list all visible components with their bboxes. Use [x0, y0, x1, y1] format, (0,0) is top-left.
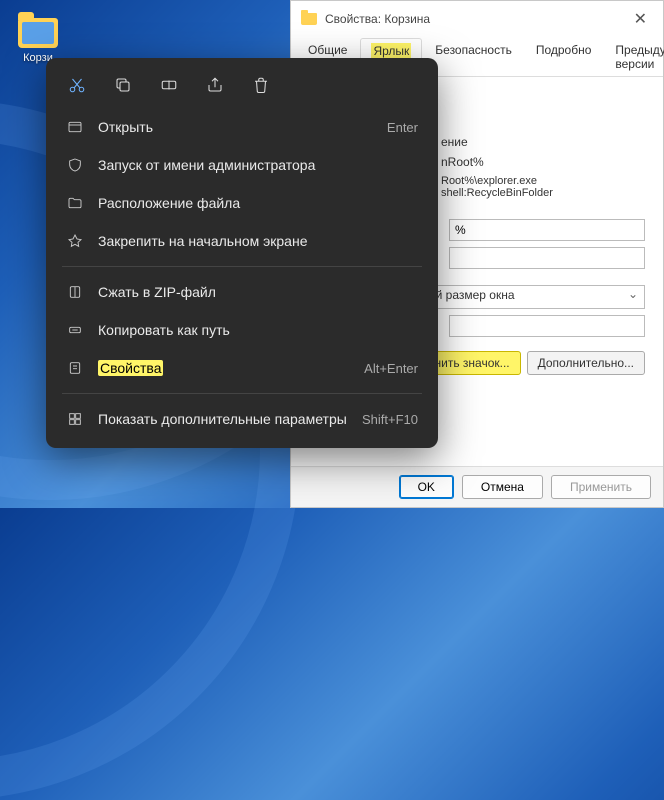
context-icon-bar — [52, 68, 432, 108]
cancel-button[interactable]: Отмена — [462, 475, 543, 499]
zip-icon — [66, 283, 84, 301]
menu-copy-path[interactable]: Копировать как путь — [52, 311, 432, 349]
open-icon — [66, 118, 84, 136]
close-icon[interactable]: ✕ — [628, 9, 653, 29]
type-value: ение — [441, 135, 468, 149]
menu-run-as-admin-label: Запуск от имени администратора — [98, 157, 418, 173]
menu-more-shortcut: Shift+F10 — [362, 412, 418, 427]
delete-icon[interactable] — [250, 74, 272, 96]
menu-open-label: Открыть — [98, 119, 373, 135]
cut-icon[interactable] — [66, 74, 88, 96]
menu-zip[interactable]: Сжать в ZIP-файл — [52, 273, 432, 311]
copy-icon[interactable] — [112, 74, 134, 96]
shield-icon — [66, 156, 84, 174]
context-menu: Открыть Enter Запуск от имени администра… — [46, 58, 438, 448]
share-icon[interactable] — [204, 74, 226, 96]
run-select[interactable]: ый размер окна — [421, 285, 645, 309]
apply-button[interactable]: Применить — [551, 475, 651, 499]
tab-previous-versions[interactable]: Предыдущие версии — [604, 37, 664, 76]
separator — [62, 393, 422, 394]
menu-pin-start-label: Закрепить на начальном экране — [98, 233, 418, 249]
location-value: nRoot% — [441, 155, 484, 169]
menu-properties-shortcut: Alt+Enter — [364, 361, 418, 376]
dialog-buttons: OK Отмена Применить — [291, 466, 663, 507]
menu-zip-label: Сжать в ZIP-файл — [98, 284, 418, 300]
menu-open[interactable]: Открыть Enter — [52, 108, 432, 146]
separator — [62, 266, 422, 267]
comment-field[interactable] — [449, 315, 645, 337]
tab-details[interactable]: Подробно — [525, 37, 603, 76]
advanced-button[interactable]: Дополнительно... — [527, 351, 645, 375]
shortcut-key-field[interactable] — [449, 247, 645, 269]
menu-pin-start[interactable]: Закрепить на начальном экране — [52, 222, 432, 260]
menu-properties[interactable]: Свойства Alt+Enter — [52, 349, 432, 387]
window-title: Свойства: Корзина — [325, 12, 620, 26]
menu-more[interactable]: Показать дополнительные параметры Shift+… — [52, 400, 432, 438]
tab-security[interactable]: Безопасность — [424, 37, 523, 76]
menu-copy-path-label: Копировать как путь — [98, 322, 418, 338]
pin-icon — [66, 232, 84, 250]
desktop-shortcut[interactable]: Корзи — [18, 18, 58, 64]
ok-button[interactable]: OK — [399, 475, 454, 499]
window-icon — [301, 13, 317, 25]
folder-open-icon — [66, 194, 84, 212]
target-value: Root%\explorer.exe shell:RecycleBinFolde… — [441, 175, 645, 199]
menu-run-as-admin[interactable]: Запуск от имени администратора — [52, 146, 432, 184]
path-icon — [66, 321, 84, 339]
menu-file-location[interactable]: Расположение файла — [52, 184, 432, 222]
menu-file-location-label: Расположение файла — [98, 195, 418, 211]
menu-open-shortcut: Enter — [387, 120, 418, 135]
start-in-field[interactable] — [449, 219, 645, 241]
properties-icon — [66, 359, 84, 377]
rename-icon[interactable] — [158, 74, 180, 96]
titlebar: Свойства: Корзина ✕ — [291, 1, 663, 37]
more-icon — [66, 410, 84, 428]
menu-more-label: Показать дополнительные параметры — [98, 411, 348, 427]
folder-icon — [18, 18, 58, 48]
menu-properties-label: Свойства — [98, 360, 350, 376]
